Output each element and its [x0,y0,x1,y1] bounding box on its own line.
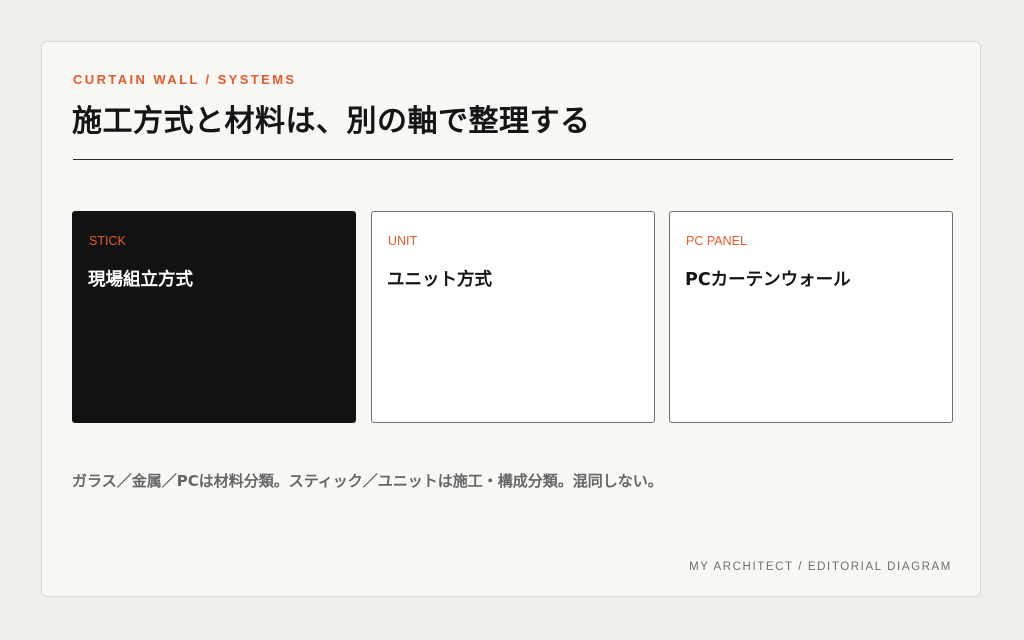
system-box-pc-panel: PC PANEL PCカーテンウォール [669,211,953,423]
classification-note: ガラス／金属／PCは材料分類。スティック／ユニットは施工・構成分類。混同しない。 [72,472,663,490]
system-box-unit: UNIT ユニット方式 [371,211,655,423]
section-eyebrow: CURTAIN WALL / SYSTEMS [73,72,297,87]
page-title: 施工方式と材料は、別の軸で整理する [72,104,591,139]
box-label: PC PANEL [686,234,747,248]
box-text: 現場組立方式 [88,270,193,290]
system-box-stick: STICK 現場組立方式 [72,211,356,423]
box-text: PCカーテンウォール [685,270,851,290]
box-text: ユニット方式 [387,270,492,290]
title-divider [73,159,953,160]
diagram-card: CURTAIN WALL / SYSTEMS 施工方式と材料は、別の軸で整理する… [41,41,981,597]
footer-credit: MY ARCHITECT / EDITORIAL DIAGRAM [689,561,952,573]
box-label: UNIT [388,234,418,248]
box-label: STICK [89,234,126,248]
